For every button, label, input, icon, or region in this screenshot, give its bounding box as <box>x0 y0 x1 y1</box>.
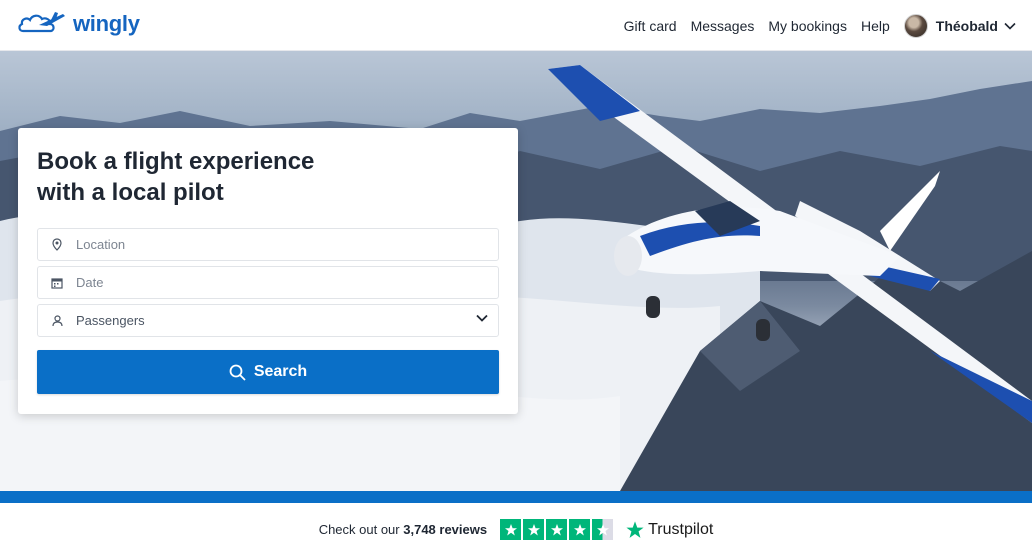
trustpilot-brand: Trustpilot <box>648 520 714 538</box>
half-star-icon <box>592 519 614 540</box>
rating-stars <box>500 519 615 540</box>
user-avatar[interactable] <box>903 13 928 38</box>
passengers-select[interactable]: Passengers <box>37 304 499 337</box>
star-icon <box>569 519 591 540</box>
person-icon <box>38 314 76 327</box>
logo-text: wingly <box>73 11 140 36</box>
search-card: Book a flight experience with a local pi… <box>18 128 518 414</box>
chevron-down-icon[interactable] <box>1004 22 1016 30</box>
passengers-label: Passengers <box>76 313 145 328</box>
location-placeholder: Location <box>76 237 126 252</box>
top-header: wingly Gift card Messages My bookings He… <box>0 0 1032 51</box>
nav-help[interactable]: Help <box>861 18 890 34</box>
hero-bottom-bar <box>0 491 1032 503</box>
search-button[interactable]: Search <box>37 350 499 394</box>
date-input[interactable]: Date <box>37 266 499 299</box>
user-name[interactable]: Théobald <box>936 18 998 34</box>
star-icon <box>546 519 568 540</box>
star-icon <box>500 519 522 540</box>
reviews-prefix: Check out our <box>318 522 400 537</box>
trustpilot-star-icon <box>626 520 644 538</box>
calendar-icon <box>38 277 76 289</box>
trustpilot-logo[interactable]: Trustpilot <box>625 520 713 540</box>
plane-cloud-logo-icon <box>18 12 65 33</box>
wingly-logo[interactable]: wingly <box>17 9 140 39</box>
star-icon <box>523 519 545 540</box>
nav-my-bookings[interactable]: My bookings <box>768 18 847 34</box>
nav-messages[interactable]: Messages <box>691 18 755 34</box>
chevron-down-icon <box>476 314 488 322</box>
main-nav: Gift card Messages My bookings Help Théo… <box>610 0 1016 51</box>
trustpilot-strip: Check out our 3,748 reviews Trustpilot <box>0 503 1032 556</box>
date-placeholder: Date <box>76 275 104 290</box>
reviews-text[interactable]: Check out our 3,748 reviews <box>319 522 487 537</box>
magnifier-icon <box>229 364 246 381</box>
location-input[interactable]: Location <box>37 228 499 261</box>
map-pin-icon <box>38 238 76 251</box>
title-line-1: Book a flight experience <box>37 148 315 175</box>
search-card-title: Book a flight experience with a local pi… <box>37 146 477 208</box>
search-button-label: Search <box>253 363 308 380</box>
title-line-2: with a local pilot <box>37 179 224 206</box>
nav-gift-card[interactable]: Gift card <box>624 18 677 34</box>
reviews-count: 3,748 reviews <box>403 522 488 537</box>
